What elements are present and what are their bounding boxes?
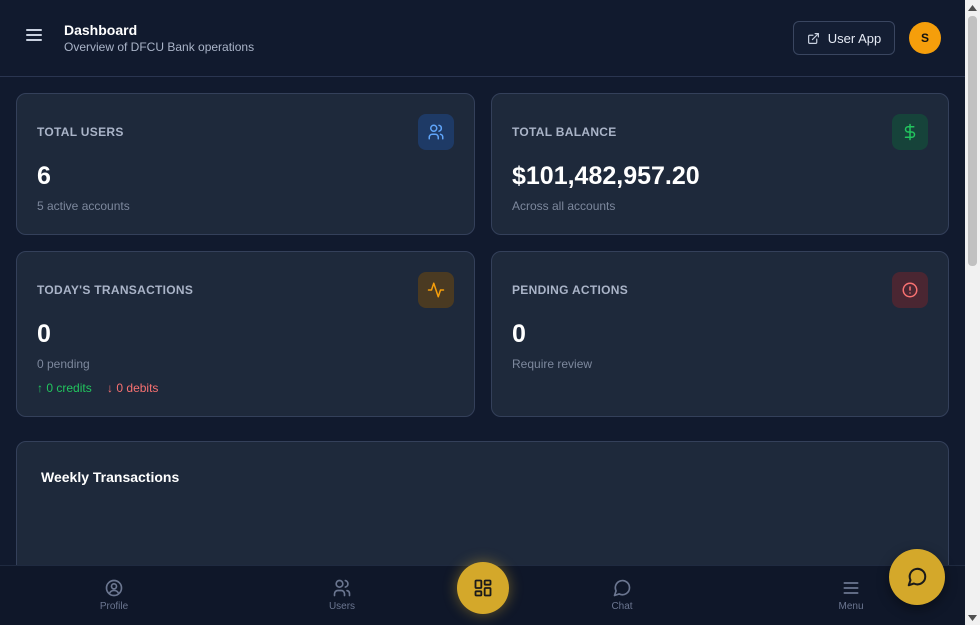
nav-label: Users (328, 601, 356, 612)
nav-item-users[interactable]: Users (302, 578, 382, 612)
external-link-icon (807, 32, 819, 44)
stat-label: TOTAL USERS (37, 125, 124, 139)
nav-item-chat[interactable]: Chat (582, 578, 662, 612)
stat-value: 0 (37, 320, 51, 348)
user-app-label: User App (827, 30, 882, 46)
users-icon (333, 579, 351, 597)
hamburger-icon (843, 582, 859, 594)
weekly-transactions-title: Weekly Transactions (41, 469, 180, 485)
user-app-button[interactable]: User App (793, 21, 895, 55)
stat-subtext: 5 active accounts (37, 199, 130, 213)
user-circle-icon (105, 579, 123, 597)
hamburger-menu-icon[interactable] (24, 26, 44, 46)
credits-debits-row: ↑ 0 credits ↓ 0 debits (37, 381, 158, 395)
chat-fab-button[interactable] (889, 549, 945, 605)
credits-indicator: ↑ 0 credits (37, 381, 92, 395)
dollar-icon (892, 114, 928, 150)
debits-indicator: ↓ 0 debits (107, 381, 159, 395)
credits-text: 0 credits (46, 381, 92, 395)
scroll-down-icon[interactable] (965, 610, 980, 625)
avatar[interactable]: S (909, 22, 941, 54)
debits-text: 0 debits (116, 381, 159, 395)
top-header: Dashboard Overview of DFCU Bank operatio… (0, 0, 965, 77)
grid-icon (474, 579, 492, 597)
stat-card-todays-transactions: TODAY'S TRANSACTIONS 0 0 pending ↑ 0 cre… (16, 251, 475, 417)
chat-bubble-icon (613, 579, 631, 597)
chat-bubble-icon (907, 567, 927, 587)
stat-subtext: Across all accounts (512, 199, 616, 213)
stat-subtext: 0 pending (37, 357, 90, 371)
nav-label: Chat (611, 601, 633, 612)
stat-label: TOTAL BALANCE (512, 125, 617, 139)
alert-circle-icon (892, 272, 928, 308)
vertical-scrollbar[interactable] (965, 0, 980, 625)
stat-label: TODAY'S TRANSACTIONS (37, 283, 194, 297)
stat-value: 0 (512, 320, 526, 348)
stat-value: 6 (37, 162, 51, 190)
stat-label: PENDING ACTIONS (512, 283, 629, 297)
stat-card-total-balance: TOTAL BALANCE $101,482,957.20 Across all… (491, 93, 949, 235)
nav-label: Profile (99, 601, 129, 612)
nav-item-profile[interactable]: Profile (74, 578, 154, 612)
stat-card-total-users: TOTAL USERS 6 5 active accounts (16, 93, 475, 235)
nav-item-menu[interactable]: Menu (811, 578, 891, 612)
scroll-up-icon[interactable] (965, 0, 980, 15)
page-subtitle: Overview of DFCU Bank operations (64, 40, 255, 54)
scrollbar-thumb[interactable] (968, 16, 977, 266)
activity-icon (418, 272, 454, 308)
dashboard-center-button[interactable] (457, 562, 509, 614)
stat-subtext: Require review (512, 357, 593, 371)
stat-value: $101,482,957.20 (512, 162, 700, 190)
stat-card-pending-actions: PENDING ACTIONS 0 Require review (491, 251, 949, 417)
page-title: Dashboard (64, 22, 138, 38)
users-icon (418, 114, 454, 150)
nav-label: Menu (838, 601, 864, 612)
